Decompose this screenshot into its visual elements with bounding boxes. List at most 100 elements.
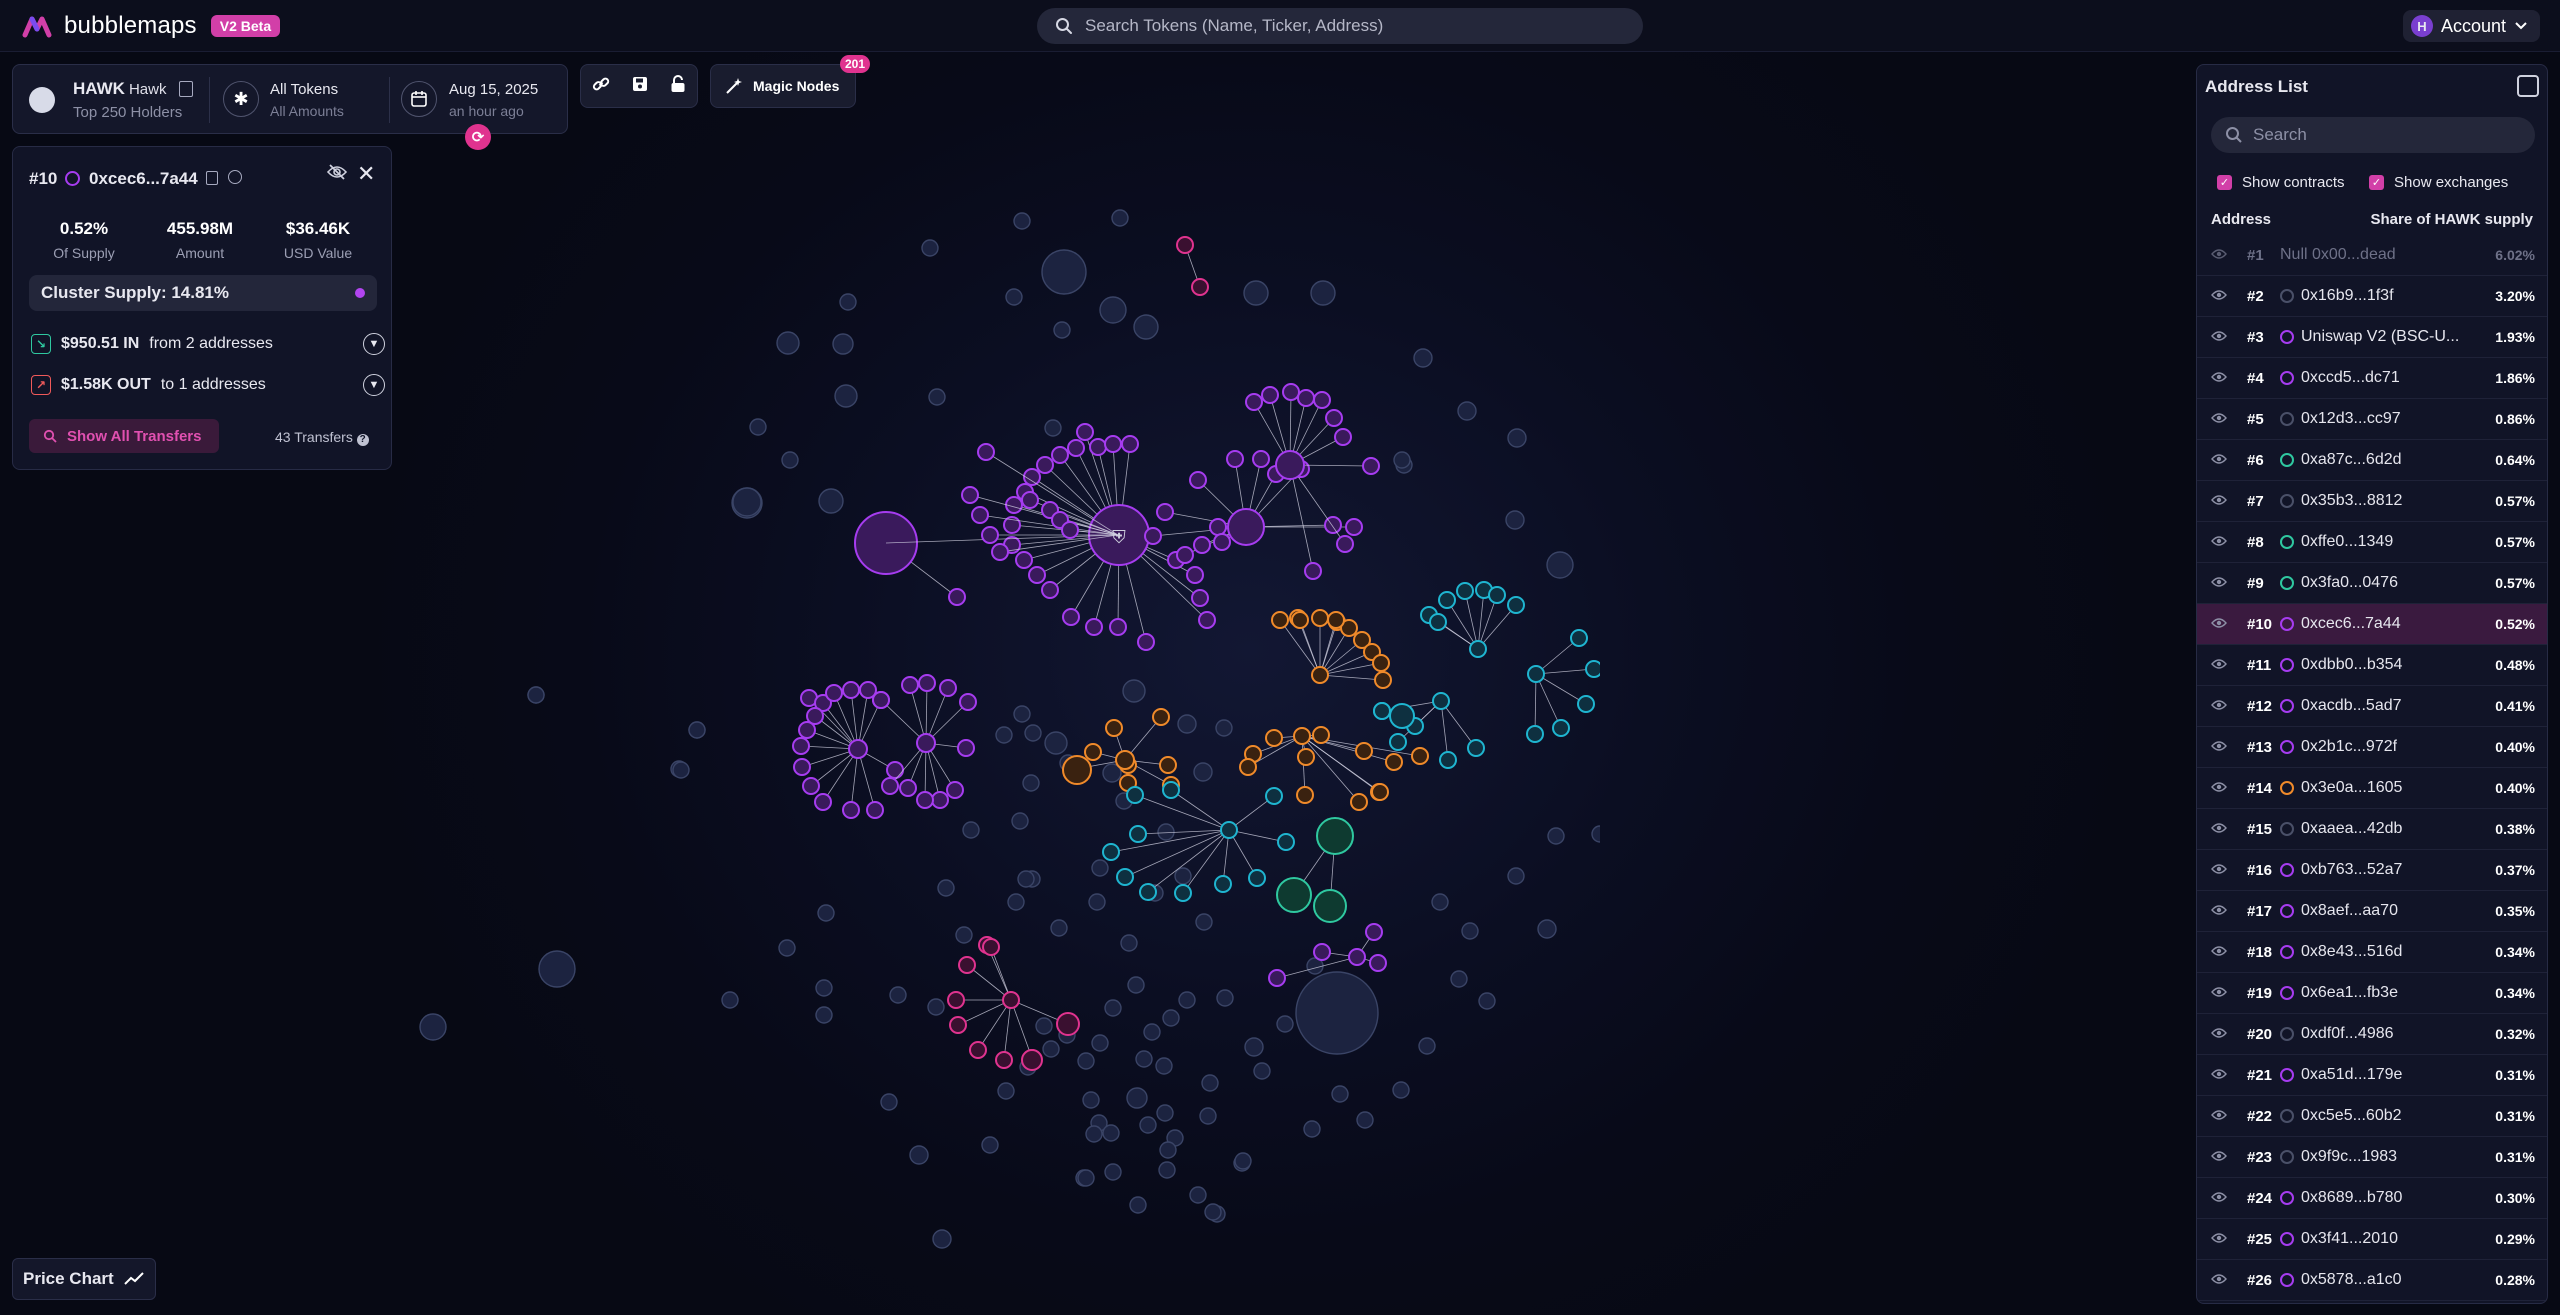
bubble-node[interactable] <box>1104 1163 1122 1181</box>
bubble-node[interactable] <box>1076 423 1094 441</box>
bubble-node[interactable] <box>1088 893 1106 911</box>
address-row[interactable]: #5 0x12d3...cc97 0.86% <box>2197 399 2547 440</box>
bubble-node[interactable] <box>1304 562 1322 580</box>
bubble-node[interactable] <box>1085 1125 1103 1143</box>
bubble-node[interactable] <box>815 979 833 997</box>
show-all-transfers-button[interactable]: Show All Transfers <box>29 419 219 453</box>
bubble-node[interactable] <box>1204 1203 1222 1221</box>
bubble-node[interactable] <box>1085 618 1103 636</box>
bubble-node[interactable] <box>1017 870 1035 888</box>
chevron-down-icon[interactable]: ▼ <box>363 374 385 396</box>
bubble-node[interactable] <box>1296 786 1314 804</box>
bubble-node[interactable] <box>1253 1062 1271 1080</box>
row-address[interactable]: 0xdbb0...b354 <box>2301 656 2402 674</box>
token-search-input[interactable]: Search Tokens (Name, Ticker, Address) <box>1037 8 1643 44</box>
bubble-node[interactable] <box>1129 825 1147 843</box>
bubble-node[interactable] <box>931 791 949 809</box>
bubble-node[interactable] <box>1158 1161 1176 1179</box>
bubble-node[interactable] <box>1216 989 1234 1007</box>
bubble-node[interactable] <box>901 676 919 694</box>
bubble-node[interactable] <box>1291 611 1309 629</box>
address-row[interactable]: #13 0x2b1c...972f 0.40% <box>2197 727 2547 768</box>
eye-icon[interactable] <box>2211 658 2227 670</box>
bubble-node[interactable] <box>1099 296 1127 324</box>
bubble-node[interactable] <box>818 488 844 514</box>
bubble-node[interactable] <box>1044 419 1062 437</box>
bubble-node[interactable] <box>721 991 739 1009</box>
show-exchanges-checkbox[interactable]: ✓ Show exchanges <box>2369 174 2508 191</box>
bubble-node[interactable] <box>932 1229 952 1249</box>
bubble-node[interactable] <box>1310 280 1336 306</box>
bubble-node[interactable] <box>1174 867 1192 885</box>
eye-icon[interactable] <box>2211 494 2227 506</box>
bubble-node[interactable] <box>958 956 976 974</box>
cluster-hub-node[interactable] <box>1002 991 1020 1009</box>
token-name[interactable]: HAWK Hawk <box>73 79 166 99</box>
bubble-node[interactable] <box>1129 1196 1147 1214</box>
bubble-node[interactable] <box>889 986 907 1004</box>
bubble-node[interactable] <box>1429 613 1447 631</box>
bubble-node[interactable] <box>872 691 890 709</box>
address-row[interactable]: #21 0xa51d...179e 0.31% <box>2197 1055 2547 1096</box>
address-row[interactable]: #4 0xccd5...dc71 1.86% <box>2197 358 2547 399</box>
bubble-node[interactable] <box>1028 566 1046 584</box>
row-address[interactable]: 0x8aef...aa70 <box>2301 902 2398 920</box>
row-address[interactable]: 0x2b1c...972f <box>2301 738 2397 756</box>
cluster-hub-node[interactable] <box>1176 236 1194 254</box>
eye-off-icon[interactable] <box>326 164 348 185</box>
bubble-node[interactable] <box>1418 1037 1436 1055</box>
eye-icon[interactable] <box>2211 1273 2227 1285</box>
bubble-node[interactable] <box>1505 510 1525 530</box>
cluster-supply[interactable]: Cluster Supply: 14.81% <box>29 275 377 311</box>
bubble-node[interactable] <box>1143 1023 1161 1041</box>
address-row[interactable]: #14 0x3e0a...1605 0.40% <box>2197 768 2547 809</box>
cluster-hub-node[interactable] <box>1220 821 1238 839</box>
eye-icon[interactable] <box>2211 781 2227 793</box>
address-row[interactable]: #24 0x8689...b780 0.30% <box>2197 1178 2547 1219</box>
bubble-node[interactable] <box>1331 1085 1349 1103</box>
row-address[interactable]: 0x3f41...2010 <box>2301 1230 2398 1248</box>
bubble-node[interactable] <box>1461 922 1479 940</box>
bubble-node[interactable] <box>1195 913 1213 931</box>
bubble-node[interactable] <box>1313 943 1331 961</box>
eye-icon[interactable] <box>2211 699 2227 711</box>
bubble-node[interactable] <box>749 418 767 436</box>
bubble-node[interactable] <box>1177 714 1197 734</box>
eye-icon[interactable] <box>2211 453 2227 465</box>
bubble-node[interactable] <box>1089 438 1107 456</box>
bubble-node[interactable] <box>1067 439 1085 457</box>
bubble-node[interactable] <box>982 938 1000 956</box>
bubble-node[interactable] <box>1413 348 1433 368</box>
bubble-node[interactable] <box>1334 428 1352 446</box>
copy-icon[interactable] <box>206 171 218 185</box>
bubble-node[interactable] <box>1135 1050 1153 1068</box>
bubble-node[interactable] <box>1162 781 1180 799</box>
address-row[interactable]: #17 0x8aef...aa70 0.35% <box>2197 891 2547 932</box>
bubble-node[interactable] <box>916 791 934 809</box>
bubble-node[interactable] <box>1234 1152 1252 1170</box>
row-address[interactable]: 0x35b3...8812 <box>2301 492 2402 510</box>
bubble-node[interactable] <box>1015 551 1033 569</box>
bubble-node[interactable] <box>1104 435 1122 453</box>
eye-icon[interactable] <box>2211 289 2227 301</box>
bubble-node[interactable] <box>1193 762 1213 782</box>
bubble-node[interactable] <box>1022 774 1040 792</box>
row-address[interactable]: 0x8689...b780 <box>2301 1189 2402 1207</box>
bubble-node[interactable] <box>1091 859 1109 877</box>
address-row[interactable]: #2 0x16b9...1f3f 3.20% <box>2197 276 2547 317</box>
token-logo[interactable] <box>29 87 55 113</box>
save-icon[interactable] <box>632 76 648 97</box>
bubble-node[interactable] <box>781 451 799 469</box>
bubble-node[interactable] <box>1372 654 1390 672</box>
bubble-node[interactable] <box>1156 503 1174 521</box>
bubble-node[interactable] <box>1198 611 1216 629</box>
bubble-node[interactable] <box>1313 391 1331 409</box>
address-row[interactable]: #16 0xb763...52a7 0.37% <box>2197 850 2547 891</box>
bubble-node[interactable] <box>1226 450 1244 468</box>
bubble-node[interactable] <box>1389 733 1407 751</box>
bubble-node[interactable] <box>946 781 964 799</box>
bubble-node[interactable] <box>1162 1009 1180 1027</box>
bubble-node[interactable] <box>815 1006 833 1024</box>
row-address[interactable]: Uniswap V2 (BSC-U... <box>2301 328 2459 346</box>
bubble-node[interactable] <box>937 879 955 897</box>
